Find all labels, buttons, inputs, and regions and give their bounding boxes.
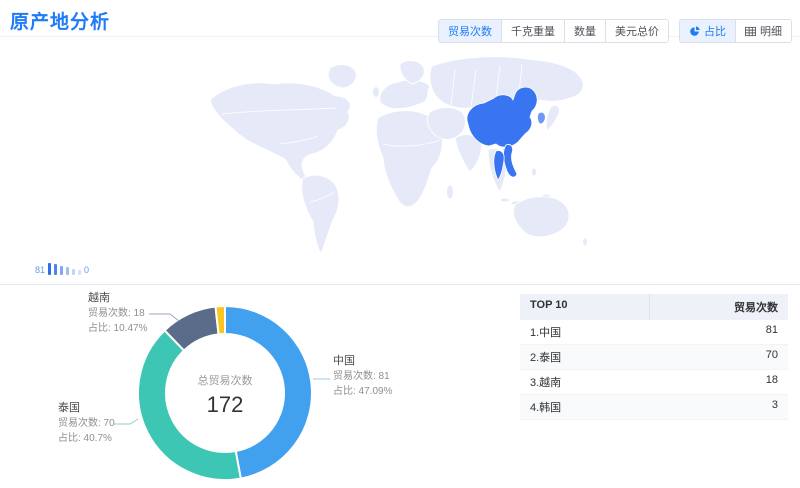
pie-label-country: 越南 (88, 291, 147, 306)
pie-label-country: 中国 (333, 354, 392, 369)
pie-label-vietnam: 越南 贸易次数: 18 占比: 10.47% (88, 291, 147, 336)
table-row: 3.越南 18 (520, 370, 788, 395)
section-divider (0, 284, 800, 285)
island-new-zealand (583, 238, 588, 246)
island-uk (373, 87, 380, 98)
pie-label-country: 泰国 (58, 401, 115, 416)
pie-label-percent: 占比: 47.09% (333, 384, 392, 399)
table-cell-value: 18 (650, 370, 788, 394)
view-button-detail[interactable]: 明细 (735, 20, 791, 42)
continent-south-america (302, 175, 339, 254)
table-cell-value: 81 (650, 320, 788, 344)
metric-button-label: 美元总价 (615, 23, 659, 39)
table-row: 1.中国 81 (520, 320, 788, 345)
table-cell-value: 70 (650, 345, 788, 369)
island-philippines (532, 168, 537, 176)
view-button-label: 占比 (704, 23, 726, 39)
pie-label-count: 贸易次数: 81 (333, 369, 392, 384)
legend-bar (48, 263, 51, 275)
table-cell-country: 1.中国 (520, 320, 650, 344)
island-japan (546, 105, 559, 131)
continent-australia (513, 197, 569, 237)
table-cell-country: 3.越南 (520, 370, 650, 394)
origin-analysis-page: 原产地分析 贸易次数 千克重量 数量 美元总价 占比 (0, 0, 800, 488)
legend-bar (60, 266, 63, 275)
top10-table-body: 1.中国 81 2.泰国 70 3.越南 18 4.韩国 3 (520, 320, 788, 420)
pie-label-percent: 占比: 40.7% (58, 431, 115, 446)
legend-bar (66, 267, 69, 275)
metric-button-kg-weight[interactable]: 千克重量 (501, 20, 564, 42)
legend-bar (54, 264, 57, 275)
legend-max: 81 (35, 265, 45, 275)
top10-table-header: TOP 10 贸易次数 (520, 294, 788, 320)
table-cell-value: 3 (650, 395, 788, 419)
table-row: 4.韩国 3 (520, 395, 788, 420)
pie-label-count: 贸易次数: 70 (58, 416, 115, 431)
table-row: 2.泰国 70 (520, 345, 788, 370)
island-madagascar (447, 185, 454, 199)
metric-button-label: 贸易次数 (448, 23, 492, 39)
continent-europe (380, 80, 430, 109)
metric-button-label: 数量 (574, 23, 596, 39)
world-map[interactable] (0, 50, 800, 285)
legend-bar (78, 270, 81, 275)
top10-table: TOP 10 贸易次数 1.中国 81 2.泰国 70 3.越南 18 4.韩国… (520, 294, 788, 420)
island-greenland (328, 65, 356, 88)
metric-button-quantity[interactable]: 数量 (564, 20, 605, 42)
page-title: 原产地分析 (10, 7, 110, 34)
pie-label-count: 贸易次数: 18 (88, 306, 147, 321)
top10-header-metric: 贸易次数 (650, 294, 788, 320)
world-map-panel (0, 50, 800, 285)
pie-icon (689, 26, 700, 37)
continent-north-america (210, 83, 350, 184)
pie-label-thailand: 泰国 贸易次数: 70 占比: 40.7% (58, 401, 115, 446)
metric-button-label: 千克重量 (511, 23, 555, 39)
view-button-proportion[interactable]: 占比 (680, 20, 735, 42)
toolbar: 贸易次数 千克重量 数量 美元总价 占比 明细 (438, 19, 792, 43)
table-cell-country: 2.泰国 (520, 345, 650, 369)
legend-bar (72, 269, 75, 275)
view-button-group: 占比 明细 (679, 19, 792, 43)
island-indonesia-1 (500, 198, 510, 202)
metric-button-group: 贸易次数 千克重量 数量 美元总价 (438, 19, 669, 43)
legend-min: 0 (84, 265, 89, 275)
donut-center: 总贸易次数 172 (165, 372, 285, 418)
pie-label-china: 中国 贸易次数: 81 占比: 47.09% (333, 354, 392, 399)
view-button-label: 明细 (760, 23, 782, 39)
pie-label-percent: 占比: 10.47% (88, 321, 147, 336)
country-korea[interactable] (538, 112, 546, 123)
donut-center-value: 172 (165, 392, 285, 418)
metric-button-usd-total[interactable]: 美元总价 (605, 20, 668, 42)
map-legend: 81 0 (35, 261, 89, 275)
metric-button-trade-count[interactable]: 贸易次数 (439, 20, 501, 42)
table-cell-country: 4.韩国 (520, 395, 650, 419)
page-header: 原产地分析 贸易次数 千克重量 数量 美元总价 占比 (0, 0, 800, 37)
donut-center-label: 总贸易次数 (165, 372, 285, 388)
top10-header-rank: TOP 10 (520, 294, 650, 320)
table-icon (745, 26, 756, 37)
